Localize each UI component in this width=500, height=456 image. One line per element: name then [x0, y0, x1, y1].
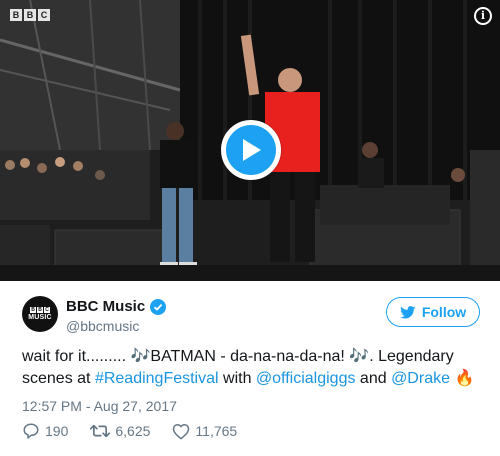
- hashtag-link[interactable]: #ReadingFestival: [95, 370, 219, 387]
- retweet-count: 6,625: [115, 423, 151, 439]
- retweet-icon: [90, 424, 111, 438]
- logo-letter: B: [24, 9, 36, 21]
- mention-link[interactable]: @officialgiggs: [256, 370, 356, 387]
- verified-badge-icon: [150, 298, 167, 315]
- reply-icon: [23, 423, 39, 439]
- tweet-timestamp[interactable]: 12:57 PM - Aug 27, 2017: [22, 397, 177, 415]
- fire-emoji: 🔥: [454, 370, 475, 387]
- mention-link[interactable]: @Drake: [391, 370, 450, 387]
- avatar-letter: B: [30, 306, 36, 313]
- reply-button[interactable]: 190: [22, 422, 68, 440]
- text-segment: wait for it.........: [22, 348, 131, 365]
- bbc-broadcaster-logo: B B C: [10, 9, 50, 21]
- avatar-letter: C: [44, 306, 50, 313]
- music-notes-emoji: 🎶: [349, 348, 370, 365]
- author-display-name[interactable]: BBC Music: [66, 297, 145, 316]
- like-button[interactable]: 11,765: [172, 422, 237, 440]
- play-icon: [226, 125, 276, 175]
- avatar[interactable]: B B C MUSIC: [22, 296, 58, 332]
- text-segment: BATMAN - da-na-na-da-na!: [150, 348, 350, 365]
- avatar-bbc-logo: B B C: [30, 306, 50, 313]
- tweet-actions: 190 6,625 11,765: [22, 422, 259, 440]
- text-segment: with: [218, 370, 256, 387]
- avatar-word: MUSIC: [28, 313, 52, 321]
- reply-count: 190: [45, 423, 69, 439]
- tweet-header: B B C MUSIC BBC Music @bbcmusic Follow: [22, 296, 482, 340]
- author-names: BBC Music @bbcmusic: [66, 297, 167, 335]
- avatar-letter: B: [37, 306, 43, 313]
- like-icon: [173, 423, 190, 439]
- author-handle[interactable]: @bbcmusic: [66, 317, 166, 335]
- retweet-button[interactable]: 6,625: [90, 422, 150, 440]
- info-icon[interactable]: i: [474, 7, 492, 25]
- music-notes-emoji: 🎶: [130, 348, 151, 365]
- embedded-tweet: B B C i B B C MUSIC BBC Music @bbcmusic …: [0, 0, 500, 456]
- tweet-text: wait for it......... 🎶BATMAN - da-na-na-…: [22, 346, 482, 390]
- text-segment: and: [355, 370, 392, 387]
- logo-letter: C: [38, 9, 50, 21]
- play-button[interactable]: [221, 120, 281, 180]
- like-count: 11,765: [195, 423, 238, 439]
- twitter-bird-icon: [399, 305, 416, 318]
- video-player[interactable]: B B C i: [0, 0, 500, 281]
- follow-button[interactable]: Follow: [386, 297, 480, 327]
- follow-label: Follow: [421, 304, 467, 320]
- logo-letter: B: [10, 9, 22, 21]
